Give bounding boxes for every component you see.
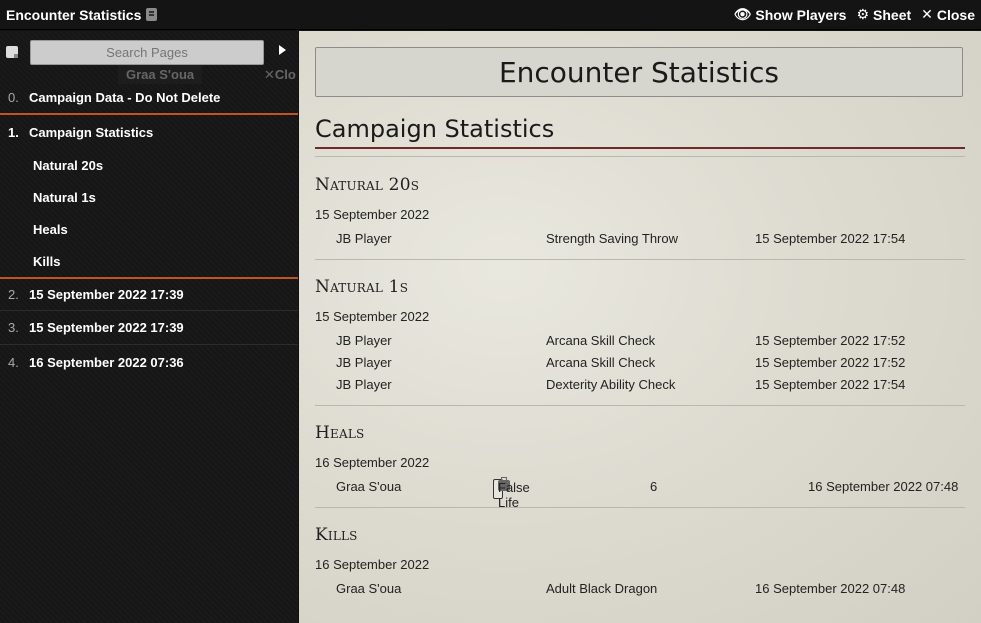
sheet-button[interactable]: ⚙ Sheet xyxy=(856,6,911,23)
table-row: Graa S'oua False Life 6 16 September 202… xyxy=(336,477,959,510)
gear-icon: ⚙ xyxy=(856,6,870,22)
table-row: JB Player Strength Saving Throw 15 Septe… xyxy=(336,231,906,246)
divider xyxy=(315,156,965,157)
show-players-button[interactable]: 👁 Show Players xyxy=(734,6,847,23)
natural20-title: Natural 20s xyxy=(315,175,420,195)
close-icon: ✕ xyxy=(921,6,933,22)
table-row: Graa S'oua Adult Black Dragon 16 Septemb… xyxy=(336,581,906,596)
collapse-arrow-icon[interactable] xyxy=(279,45,286,55)
heals-title: Heals xyxy=(315,423,365,443)
page-item-0[interactable]: 0. Campaign Data - Do Not Delete xyxy=(0,81,298,115)
divider xyxy=(315,259,965,260)
page-list: 0. Campaign Data - Do Not Delete 1. Camp… xyxy=(0,81,298,379)
subpage-heals[interactable]: Heals xyxy=(0,213,298,245)
journal-content: Encounter Statistics Campaign Statistics… xyxy=(299,31,981,623)
window-title: Encounter Statistics xyxy=(6,6,142,23)
page-sublist: Natural 20s Natural 1s Heals Kills xyxy=(0,149,298,277)
kills-date: 16 September 2022 xyxy=(315,557,430,572)
subpage-kills[interactable]: Kills xyxy=(0,245,298,277)
title-actions: 👁 Show Players ⚙ Sheet ✕ Close xyxy=(734,6,975,23)
note-icon[interactable] xyxy=(6,46,18,58)
page-item-2[interactable]: 2. 15 September 2022 17:39 xyxy=(0,277,298,311)
page-item-4[interactable]: 4. 16 September 2022 07:36 xyxy=(0,345,298,379)
kills-title: Kills xyxy=(315,525,358,545)
window-title-area: Encounter Statistics xyxy=(6,6,158,23)
title-bar: Encounter Statistics 👁 Show Players ⚙ Sh… xyxy=(0,0,981,30)
heal-amount: 6 xyxy=(650,479,658,494)
natural1-title: Natural 1s xyxy=(315,277,409,297)
spell-link-false-life[interactable]: False Life xyxy=(493,477,530,510)
page-item-1[interactable]: 1. Campaign Statistics xyxy=(0,115,298,149)
divider xyxy=(315,507,965,508)
table-row: JB Player Dexterity Ability Check 15 Sep… xyxy=(336,377,906,392)
eye-icon: 👁 xyxy=(733,6,752,22)
divider xyxy=(315,405,965,406)
heals-date: 16 September 2022 xyxy=(315,455,430,470)
journal-icon xyxy=(146,8,158,21)
natural1-date: 15 September 2022 xyxy=(315,309,430,324)
search-row xyxy=(0,39,298,67)
search-input[interactable] xyxy=(30,40,264,65)
page-header: Encounter Statistics xyxy=(315,47,963,97)
subpage-natural-1s[interactable]: Natural 1s xyxy=(0,181,298,213)
section-heading: Campaign Statistics xyxy=(315,115,965,149)
natural20-date: 15 September 2022 xyxy=(315,207,430,222)
table-row: JB Player Arcana Skill Check 15 Septembe… xyxy=(336,355,906,370)
subpage-natural-20s[interactable]: Natural 20s xyxy=(0,149,298,181)
page-item-3[interactable]: 3. 15 September 2022 17:39 xyxy=(0,311,298,345)
close-button[interactable]: ✕ Close xyxy=(921,6,975,23)
table-row: JB Player Arcana Skill Check 15 Septembe… xyxy=(336,333,906,348)
sidebar: Graa S'oua ✕Clo 0. Campaign Data - Do No… xyxy=(0,31,298,623)
